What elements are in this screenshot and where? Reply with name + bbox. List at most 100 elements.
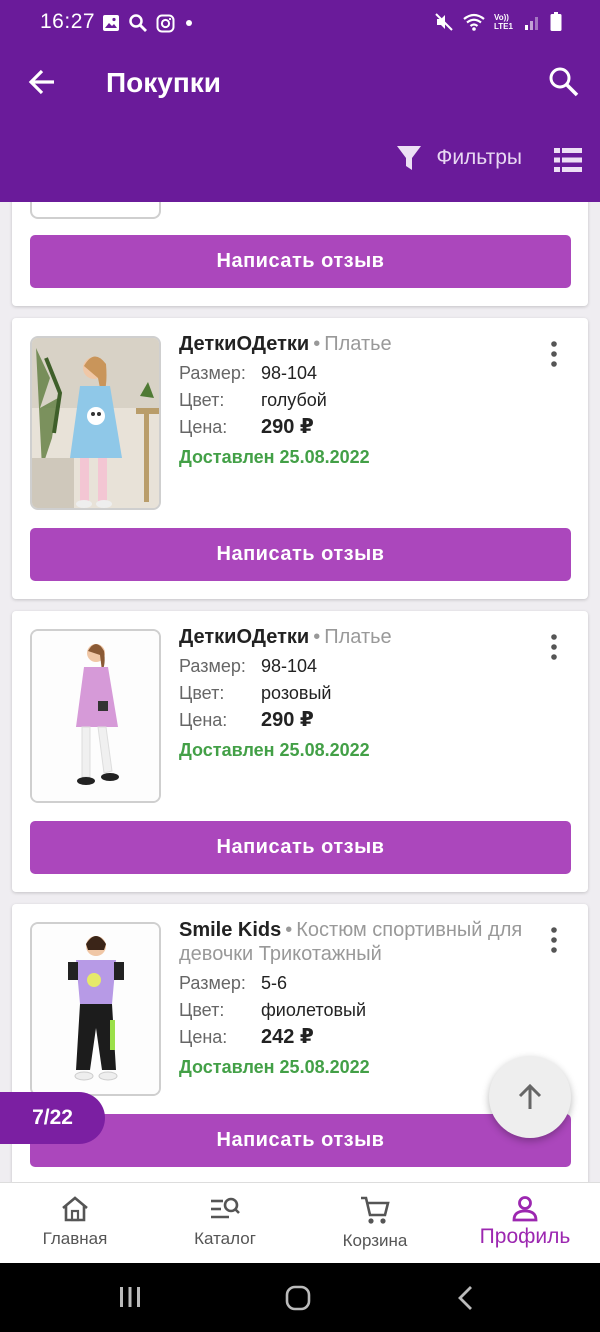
write-review-button[interactable]: Написать отзыв	[30, 1114, 571, 1167]
size-value: 5-6	[261, 973, 288, 993]
color-label: Цвет:	[179, 390, 225, 410]
purchase-card: ДеткиОДетки • Платье Размер: 98-104 Цвет: ро…	[12, 611, 588, 892]
search-icon[interactable]	[546, 64, 580, 98]
size-row: Размер: 5-6	[179, 970, 539, 997]
recent-apps-icon[interactable]	[118, 1285, 142, 1309]
color-label: Цвет:	[179, 683, 225, 703]
write-review-button[interactable]: Написать отзыв	[30, 528, 571, 581]
price-label: Цена:	[179, 1027, 228, 1047]
size-value: 98-104	[261, 656, 318, 676]
price-label: Цена:	[179, 710, 228, 730]
size-value: 98-104	[261, 363, 318, 383]
profile-icon	[512, 1196, 538, 1222]
product-photo	[32, 338, 159, 508]
purchase-card: Smile Kids • Костюм спортивный для девочки…	[12, 904, 588, 1182]
dot-icon	[186, 20, 192, 26]
product-category: Платье	[324, 626, 392, 648]
list-view-icon[interactable]	[554, 148, 582, 172]
system-navigation-bar	[0, 1263, 600, 1332]
price-value: 290 ₽	[261, 416, 314, 438]
size-label: Размер:	[179, 363, 246, 383]
nav-catalog-label: Каталог	[194, 1229, 256, 1248]
product-thumbnail[interactable]	[30, 202, 161, 219]
nav-profile-label: Профиль	[479, 1225, 571, 1248]
status-time: 16:27	[40, 10, 96, 33]
size-row: Размер: 98-104	[179, 360, 539, 387]
delivery-status: Доставлен 25.08.2022	[179, 447, 370, 467]
color-value: розовый	[261, 683, 332, 703]
product-info: ДеткиОДетки • Платье Размер: 98-104 Цвет: го…	[179, 332, 539, 468]
status-right-icons: Vo)) LTE1	[434, 12, 562, 32]
nav-cart-label: Корзина	[342, 1231, 408, 1250]
product-info: ДеткиОДетки • Платье Размер: 98-104 Цвет: ро…	[179, 625, 539, 761]
status-bar: 16:27 Vo)) LTE1	[0, 0, 600, 42]
size-row: Размер: 98-104	[179, 653, 539, 680]
size-label: Размер:	[179, 656, 246, 676]
signal-icon	[525, 17, 538, 30]
gallery-icon	[103, 15, 119, 31]
nav-profile[interactable]: Профиль	[450, 1183, 600, 1263]
product-brand: Smile Kids	[179, 919, 282, 941]
battery-icon	[550, 12, 562, 31]
color-row: Цвет: розовый	[179, 680, 539, 707]
separator-dot: •	[313, 626, 321, 648]
home-button-icon[interactable]	[285, 1285, 311, 1311]
price-label: Цена:	[179, 417, 228, 437]
separator-dot: •	[285, 919, 293, 941]
purchase-card-partial: Написать отзыв	[12, 202, 588, 306]
purchase-card: ДеткиОДетки • Платье Размер: 98-104 Цвет: го…	[12, 318, 588, 599]
size-label: Размер:	[179, 973, 246, 993]
product-info: Smile Kids • Костюм спортивный для девочки…	[179, 918, 539, 1078]
delivery-status: Доставлен 25.08.2022	[179, 740, 370, 760]
price-row: Цена: 290 ₽	[179, 414, 539, 441]
price-value: 242 ₽	[261, 1026, 314, 1048]
filters-button[interactable]: Фильтры	[396, 144, 522, 172]
color-row: Цвет: фиолетовый	[179, 997, 539, 1024]
scroll-to-top-button[interactable]	[489, 1056, 571, 1138]
product-title[interactable]: ДеткиОДетки • Платье	[179, 625, 539, 649]
nav-cart[interactable]: Корзина	[300, 1183, 450, 1263]
price-row: Цена: 290 ₽	[179, 707, 539, 734]
product-thumbnail[interactable]	[30, 629, 161, 803]
product-title[interactable]: ДеткиОДетки • Платье	[179, 332, 539, 356]
color-label: Цвет:	[179, 1000, 225, 1020]
product-photo	[32, 924, 159, 1094]
product-brand: ДеткиОДетки	[179, 626, 310, 648]
product-title[interactable]: Smile Kids • Костюм спортивный для девочки…	[179, 918, 539, 966]
back-arrow-icon[interactable]	[24, 64, 60, 100]
color-row: Цвет: голубой	[179, 387, 539, 414]
delivery-status: Доставлен 25.08.2022	[179, 1057, 370, 1077]
page-title: Покупки	[106, 67, 221, 98]
price-value: 290 ₽	[261, 709, 314, 731]
more-options-icon[interactable]	[546, 340, 562, 368]
catalog-search-icon	[211, 1197, 240, 1219]
nav-home-label: Главная	[42, 1229, 108, 1248]
more-options-icon[interactable]	[546, 926, 562, 954]
filter-icon	[397, 146, 422, 170]
more-options-icon[interactable]	[546, 633, 562, 661]
write-review-button[interactable]: Написать отзыв	[30, 821, 571, 874]
purchases-list[interactable]: Написать отзыв ДеткиОДетки • Платье Разм…	[0, 202, 600, 1182]
volte-icon: Vo)) LTE1	[494, 13, 513, 31]
product-brand: ДеткиОДетки	[179, 333, 310, 355]
status-left-icons	[102, 13, 195, 33]
wifi-icon	[463, 13, 485, 31]
nav-home[interactable]: Главная	[0, 1183, 150, 1263]
bottom-navigation: Главная Каталог Корзина Профиль	[0, 1182, 600, 1263]
product-category: Платье	[324, 333, 392, 355]
product-thumbnail[interactable]	[30, 336, 161, 510]
product-photo	[32, 631, 159, 801]
write-review-button[interactable]: Написать отзыв	[30, 235, 571, 288]
cart-icon	[361, 1196, 390, 1224]
nav-catalog[interactable]: Каталог	[150, 1183, 300, 1263]
search-icon	[129, 14, 147, 32]
mute-icon	[435, 13, 453, 31]
arrow-up-icon	[518, 1083, 542, 1109]
price-row: Цена: 242 ₽	[179, 1024, 539, 1051]
home-icon	[62, 1196, 88, 1222]
product-thumbnail[interactable]	[30, 922, 161, 1096]
color-value: голубой	[261, 390, 327, 410]
instagram-icon	[156, 14, 175, 32]
color-value: фиолетовый	[261, 1000, 367, 1020]
back-button-icon[interactable]	[456, 1285, 476, 1311]
